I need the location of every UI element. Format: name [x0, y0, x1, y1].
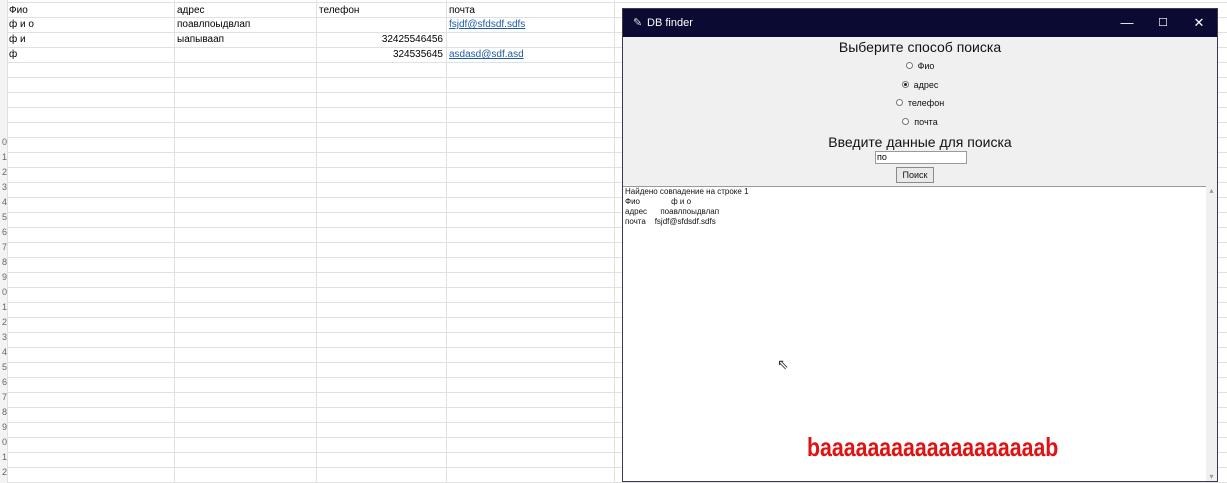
cell-fio[interactable]: ф и [9, 33, 169, 46]
result-line: Фио ф и о [625, 197, 692, 206]
row-number[interactable]: 7 [0, 392, 7, 403]
radio-button[interactable] [902, 118, 910, 126]
search-button[interactable]: Поиск [896, 167, 934, 183]
maximize-button[interactable]: ☐ [1145, 9, 1181, 37]
cell-fio[interactable]: ф [9, 48, 169, 61]
cell-address[interactable]: поавлпоыдвлап [177, 18, 312, 31]
row-number[interactable]: 0 [0, 437, 7, 448]
cell-email-link[interactable] [449, 33, 609, 46]
radio-button[interactable] [905, 62, 913, 70]
title-bar[interactable]: ✎ DB finder — ☐ ✕ [623, 9, 1217, 37]
scroll-up-icon[interactable]: ▴ [1206, 186, 1217, 195]
row-number[interactable]: 0 [0, 137, 7, 148]
result-line: почта fsjdf@sfdsdf.sdfs [625, 217, 716, 226]
row-number[interactable]: 2 [0, 317, 7, 328]
results-scrollbar[interactable]: ▴ ▾ [1206, 186, 1217, 481]
row-number[interactable]: 2 [0, 467, 7, 478]
row-number[interactable]: 9 [0, 422, 7, 433]
search-input[interactable]: по [875, 151, 967, 164]
row-number[interactable]: 8 [0, 407, 7, 418]
header-fio[interactable]: Фио [9, 4, 169, 17]
mouse-cursor-icon: ⇖ [777, 356, 789, 372]
cell-address[interactable] [177, 48, 312, 61]
radio-label: почта [914, 117, 938, 127]
row-number[interactable]: 0 [0, 287, 7, 298]
window-title: DB finder [647, 17, 693, 29]
db-finder-window: ✎ DB finder — ☐ ✕ Выберите способ поиска… [622, 8, 1218, 482]
cell-phone[interactable]: 324535645 [319, 48, 443, 61]
header-email[interactable]: почта [449, 4, 609, 17]
radio-option-email[interactable]: почта [623, 115, 1217, 129]
row-number[interactable]: 8 [0, 257, 7, 268]
search-method-heading: Выберите способ поиска [838, 39, 1002, 55]
row-number[interactable]: 5 [0, 212, 7, 223]
row-number[interactable]: 4 [0, 347, 7, 358]
row-number[interactable]: 6 [0, 377, 7, 388]
feather-icon: ✎ [633, 17, 643, 29]
radio-label: адрес [913, 80, 939, 90]
radio-label: телефон [907, 98, 945, 108]
row-number[interactable]: 7 [0, 242, 7, 253]
row-number[interactable]: 1 [0, 452, 7, 463]
column-divider [174, 0, 175, 483]
radio-button-selected[interactable] [901, 81, 909, 89]
result-line: адрес поавлпоыдвлап [625, 207, 720, 216]
row-number[interactable]: 4 [0, 197, 7, 208]
cell-email-link[interactable]: asdasd@sdf.asd [449, 48, 609, 61]
cell-phone[interactable]: 32425546456 [319, 33, 443, 46]
row-number[interactable]: 2 [0, 167, 7, 178]
overlay-caption: baaaaaaaaaaaaaaaaaaab [807, 432, 1059, 462]
row-number[interactable]: 5 [0, 362, 7, 373]
radio-option-fio[interactable]: Фио [623, 59, 1217, 73]
column-divider [614, 0, 615, 483]
row-number[interactable]: 3 [0, 332, 7, 343]
minimize-button[interactable]: — [1109, 9, 1145, 37]
cell-email-link[interactable]: fsjdf@sfdsdf.sdfs [449, 18, 609, 31]
header-phone[interactable]: телефон [319, 4, 439, 17]
cell-address[interactable]: ыапываап [177, 33, 312, 46]
row-number[interactable]: 1 [0, 152, 7, 163]
cell-fio[interactable]: ф и о [9, 18, 169, 31]
header-address[interactable]: адрес [177, 4, 312, 17]
radio-option-phone[interactable]: телефон [623, 96, 1217, 110]
result-line: Найдено совпадение на строке 1 [625, 187, 749, 196]
row-number[interactable]: 3 [0, 182, 7, 193]
close-button[interactable]: ✕ [1181, 9, 1217, 37]
row-number[interactable]: 9 [0, 272, 7, 283]
column-divider [446, 0, 447, 483]
row-number[interactable]: 6 [0, 227, 7, 238]
radio-option-address[interactable]: адрес [623, 78, 1217, 92]
cell-phone[interactable] [319, 18, 443, 31]
search-input-heading: Введите данные для поиска [828, 134, 1012, 150]
column-divider [316, 0, 317, 483]
window-content: Выберите способ поиска Фио адрес телефон… [623, 37, 1217, 481]
row-number[interactable]: 1 [0, 302, 7, 313]
radio-label: Фио [917, 61, 935, 71]
scroll-down-icon[interactable]: ▾ [1206, 472, 1217, 481]
radio-button[interactable] [895, 99, 903, 107]
